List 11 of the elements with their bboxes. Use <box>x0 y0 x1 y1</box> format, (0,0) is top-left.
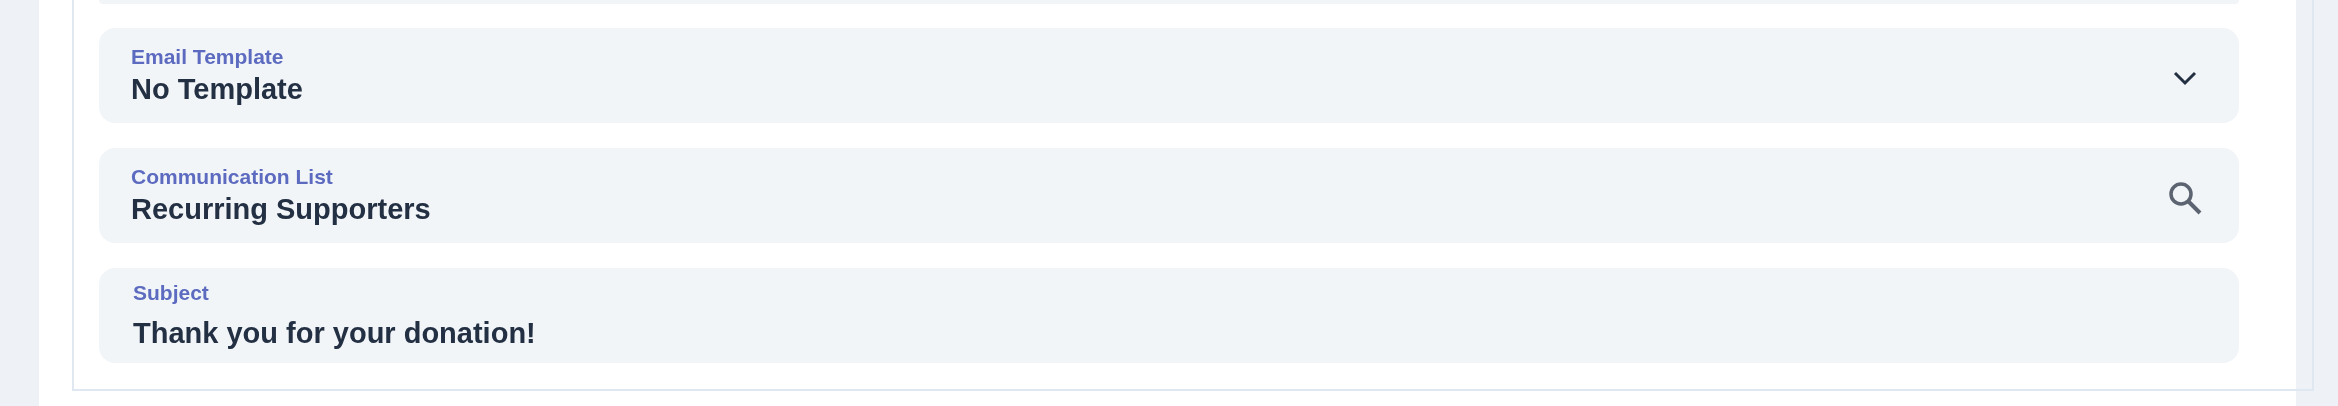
field-value: Thank you for your donation! <box>133 315 537 351</box>
field-label: Communication List <box>131 163 334 190</box>
lookup-field[interactable]: Communication List Recurring Supporters <box>99 148 2239 243</box>
input-field[interactable]: Subject Thank you for your donation! <box>99 268 2239 363</box>
field-label: Email Template <box>131 43 285 70</box>
field-value: Recurring Supporters <box>131 191 432 227</box>
dropdown-field[interactable]: Email Template No Template <box>99 28 2239 123</box>
search-icon <box>2167 179 2203 216</box>
chevron-down-icon <box>2173 69 2197 86</box>
field-label: Subject <box>133 279 210 306</box>
field-value: No Template <box>131 71 304 107</box>
